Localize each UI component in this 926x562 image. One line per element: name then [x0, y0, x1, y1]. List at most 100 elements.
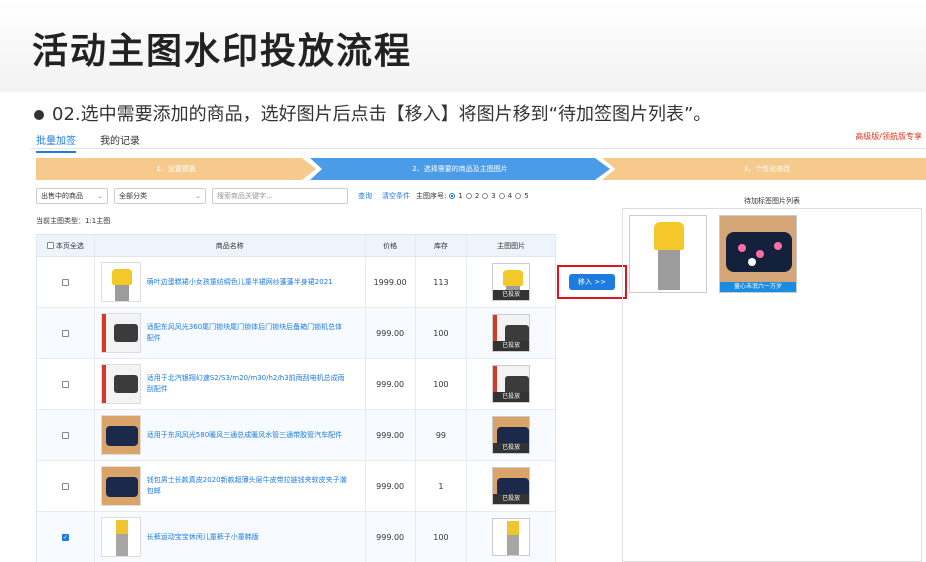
row-checkbox-cell [37, 257, 95, 307]
row-checkbox[interactable] [61, 329, 69, 337]
select-all-checkbox[interactable] [46, 242, 54, 249]
price-cell: 999.00 [366, 410, 416, 460]
row-checkbox-cell [37, 308, 95, 358]
main-image[interactable]: 已投放 [492, 365, 531, 403]
main-image-cell: 已投放 [467, 308, 555, 358]
move-button-highlight: 移入 >> [557, 265, 627, 299]
product-thumbnail [100, 466, 141, 506]
pro-version-link[interactable]: 高级版/领航版专享 [855, 131, 922, 142]
product-cell: 适配东风风光360尾门锁块尾门锁体后门锁块后备箱门锁机总体配件 [95, 308, 366, 358]
product-name-link[interactable]: 萌叶边蛋糕裙小女孩童纺绸色儿童半裙网纱蓬蓬半身裙2021 [147, 277, 347, 288]
search-input[interactable]: 搜索商品关键字... [212, 188, 348, 204]
radio-4[interactable] [498, 193, 505, 199]
product-cell: 钱包男士长款真皮2020新款超薄头层牛皮带拉链钱夹软皮夹子潮包邮 [95, 461, 366, 511]
price-cell: 999.00 [366, 359, 416, 409]
step-progress: 1、设置模板 2、选择需要的商品及主图图片 3、个性化修改 [36, 158, 926, 180]
step-2: 2、选择需要的商品及主图图片 [310, 158, 610, 180]
table-row: 适配东风风光360尾门锁块尾门锁体后门锁块后备箱门锁机总体配件 999.00 1… [37, 308, 555, 359]
clear-link[interactable]: 清空条件 [382, 191, 410, 201]
main-image-cell: 已投放 [467, 410, 555, 460]
placed-tag: 已投放 [493, 494, 530, 504]
product-cell: 长裤运动宝宝休闲儿童裤子小童韩版 [95, 512, 366, 562]
step-3: 3、个性化修改 [602, 158, 926, 180]
main-image[interactable]: 已投放 [492, 314, 531, 352]
filter-bar: 出售中的商品 ⌄ 全部分类 ⌄ 搜索商品关键字... 查询 清空条件 主图序号: 1… [36, 188, 529, 204]
row-checkbox[interactable] [61, 278, 69, 286]
status-select[interactable]: 出售中的商品 ⌄ [36, 188, 108, 204]
stock-cell: 100 [416, 512, 468, 562]
category-select-value: 全部分类 [119, 192, 147, 200]
category-select[interactable]: 全部分类 ⌄ [114, 188, 206, 204]
stock-cell: 100 [416, 308, 468, 358]
pending-image-list: 童心未泯六一万岁 [622, 208, 922, 562]
radio-2[interactable] [465, 193, 472, 199]
main-image[interactable] [492, 518, 531, 556]
product-thumbnail [100, 313, 141, 353]
radio-1-label: 1 [458, 192, 463, 200]
main-image-cell: 已投放 [467, 257, 555, 307]
row-checkbox-checked[interactable]: ✓ [61, 533, 69, 541]
main-image[interactable]: 已投放 [492, 467, 531, 505]
row-checkbox-cell [37, 410, 95, 460]
product-thumbnail [100, 262, 141, 302]
header-price: 价格 [366, 235, 416, 256]
product-cell: 萌叶边蛋糕裙小女孩童纺绸色儿童半裙网纱蓬蓬半身裙2021 [95, 257, 366, 307]
stock-cell: 1 [416, 461, 468, 511]
main-image[interactable]: 已投放 [492, 416, 531, 454]
pending-panel-title: 待加标签图片列表 [744, 197, 800, 205]
select-all-cell[interactable]: 本页全选 [37, 235, 95, 256]
move-in-button[interactable]: 移入 >> [569, 274, 615, 290]
table-row: 适用于东风风光580暖风三通总成暖风水管三通带胶管汽车配件 999.00 99 … [37, 410, 555, 461]
product-cell: 适用于东风风光580暖风三通总成暖风水管三通带胶管汽车配件 [95, 410, 366, 460]
price-cell: 999.00 [366, 512, 416, 562]
tab-bar: 批量加签 我的记录 [36, 132, 140, 153]
tab-batch-tag[interactable]: 批量加签 [36, 132, 76, 153]
product-thumbnail [100, 517, 141, 557]
header-name: 商品名称 [95, 235, 366, 256]
pending-image-item[interactable]: 童心未泯六一万岁 [719, 215, 797, 293]
placed-tag: 已投放 [493, 341, 530, 351]
table-header: 本页全选 商品名称 价格 库存 主图图片 [37, 235, 555, 257]
product-name-link[interactable]: 适用于北汽银翔幻速S2/S3/m20/m30/h2/h3前雨刮电机总成雨刮配件 [147, 373, 347, 395]
product-name-link[interactable]: 钱包男士长款真皮2020新款超薄头层牛皮带拉链钱夹软皮夹子潮包邮 [147, 475, 347, 497]
query-link[interactable]: 查询 [358, 191, 372, 201]
stock-cell: 99 [416, 410, 468, 460]
radio-1[interactable] [449, 193, 456, 199]
row-checkbox-cell [37, 359, 95, 409]
radio-3[interactable] [482, 193, 489, 199]
table-row: 适用于北汽银翔幻速S2/S3/m20/m30/h2/h3前雨刮电机总成雨刮配件 … [37, 359, 555, 410]
main-image-cell [467, 512, 555, 562]
row-checkbox-cell: ✓ [37, 512, 95, 562]
row-checkbox[interactable] [61, 482, 69, 490]
main-image-cell: 已投放 [467, 359, 555, 409]
row-checkbox[interactable] [61, 380, 69, 388]
table-row: 萌叶边蛋糕裙小女孩童纺绸色儿童半裙网纱蓬蓬半身裙2021 1999.00 113… [37, 257, 555, 308]
row-checkbox[interactable] [61, 431, 69, 439]
step-1: 1、设置模板 [36, 158, 316, 180]
tab-my-records[interactable]: 我的记录 [100, 132, 140, 153]
product-name-link[interactable]: 适配东风风光360尾门锁块尾门锁体后门锁块后备箱门锁机总体配件 [147, 322, 347, 344]
chevron-down-icon: ⌄ [195, 192, 201, 200]
table-row: ✓ 长裤运动宝宝休闲儿童裤子小童韩版 999.00 100 [37, 512, 555, 562]
main-image[interactable]: 已投放 [492, 263, 531, 301]
product-name-link[interactable]: 适用于东风风光580暖风三通总成暖风水管三通带胶管汽车配件 [147, 430, 347, 441]
row-checkbox-cell [37, 461, 95, 511]
stock-cell: 100 [416, 359, 468, 409]
placed-tag: 已投放 [493, 392, 530, 402]
main-image-cell: 已投放 [467, 461, 555, 511]
placed-tag: 已投放 [493, 443, 530, 453]
product-cell: 适用于北汽银翔幻速S2/S3/m20/m30/h2/h3前雨刮电机总成雨刮配件 [95, 359, 366, 409]
product-name-link[interactable]: 长裤运动宝宝休闲儿童裤子小童韩版 [147, 532, 347, 543]
instruction-label: 02.选中需要添加的商品，选好图片后点击【移入】将图片移到“待加签图片列表”。 [52, 104, 712, 125]
tabs-divider [30, 148, 926, 149]
price-cell: 999.00 [366, 461, 416, 511]
pending-image-panel: 待加标签图片列表 童心未泯六一万岁 [622, 194, 922, 562]
pending-image-item[interactable] [629, 215, 707, 293]
chevron-down-icon: ⌄ [97, 192, 103, 200]
table-row: 钱包男士长款真皮2020新款超薄头层牛皮带拉链钱夹软皮夹子潮包邮 999.00 … [37, 461, 555, 512]
select-all-label: 本页全选 [55, 241, 84, 250]
radio-5[interactable] [515, 193, 522, 199]
radio-4-label: 4 [507, 192, 513, 200]
price-cell: 1999.00 [366, 257, 416, 307]
price-cell: 999.00 [366, 308, 416, 358]
